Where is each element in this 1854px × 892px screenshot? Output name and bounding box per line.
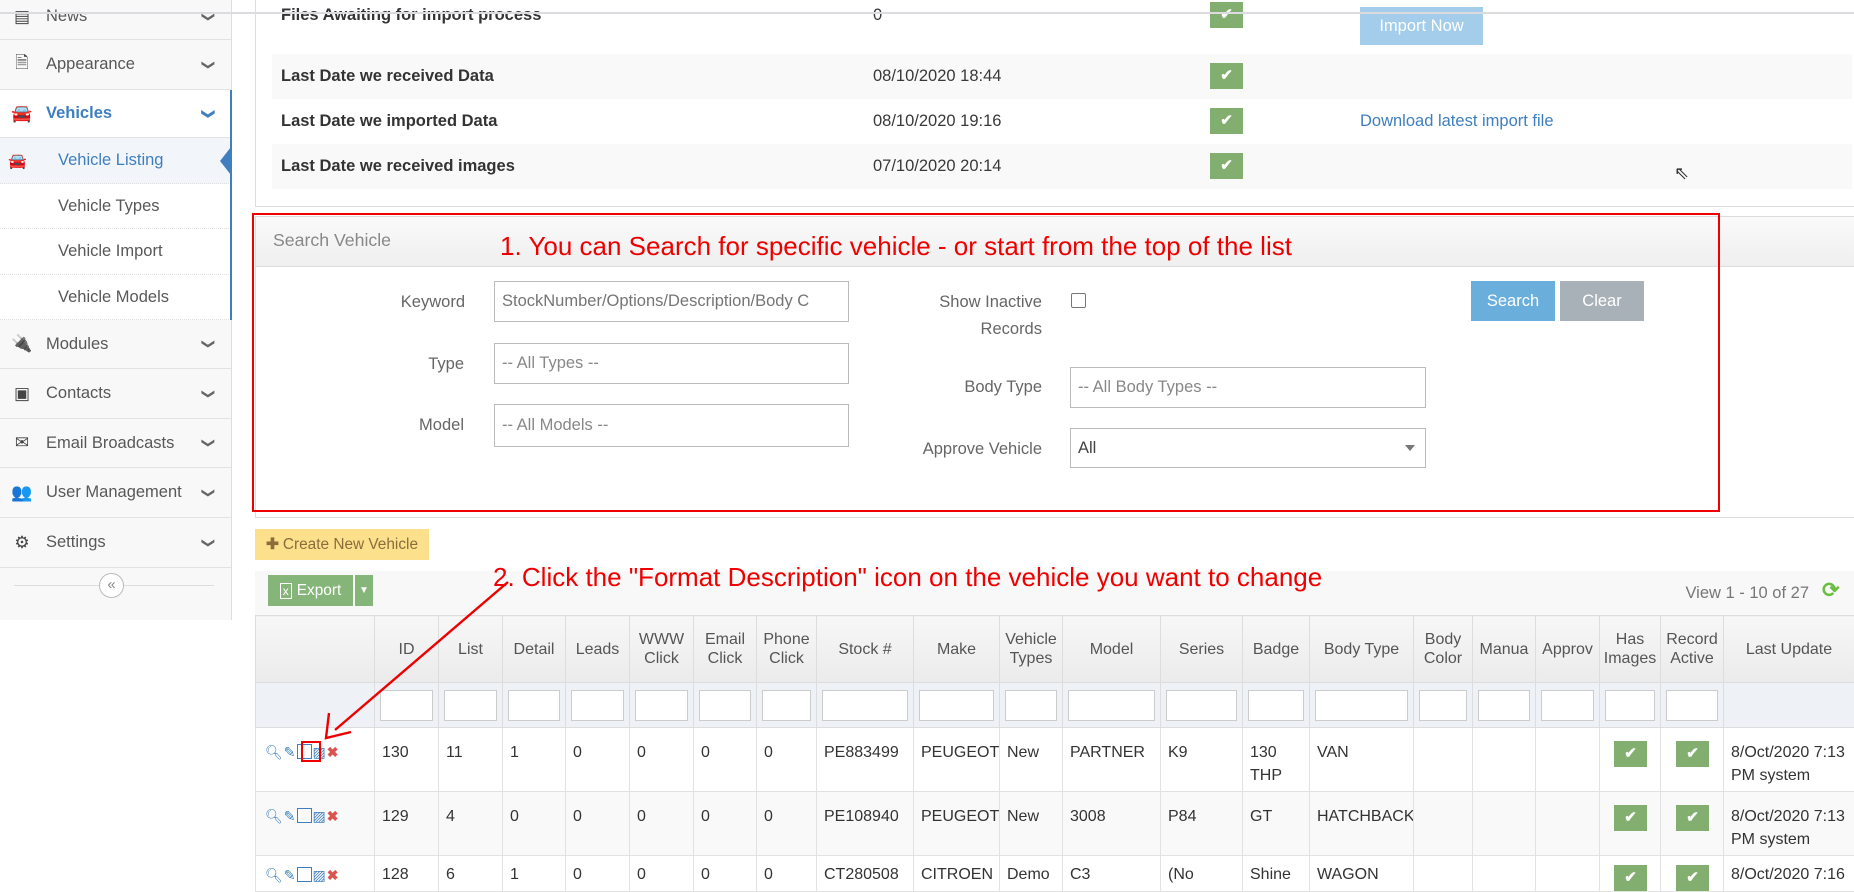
table-cell: CITROEN xyxy=(914,856,1000,892)
table-cell: 8/Oct/2020 7:16 xyxy=(1724,856,1854,892)
images-icon[interactable]: ▨ xyxy=(313,865,326,885)
mouse-cursor-icon: ⇖ xyxy=(1674,163,1689,184)
table-cell: 0 xyxy=(566,856,630,892)
table-cell: PEUGEOT xyxy=(914,792,1000,856)
table-cell: 0 xyxy=(757,792,817,856)
table-cell: C3 xyxy=(1063,856,1161,892)
table-cell xyxy=(1473,856,1536,892)
table-cell: (No xyxy=(1161,856,1243,892)
annotation-arrow xyxy=(0,0,1854,760)
check-icon: ✔ xyxy=(1614,865,1647,891)
table-cell: New xyxy=(1000,792,1063,856)
table-cell: 129 xyxy=(375,792,439,856)
table-cell xyxy=(1414,856,1473,892)
table-cell: 0 xyxy=(566,792,630,856)
table-cell xyxy=(1536,792,1600,856)
delete-icon[interactable]: ✖ xyxy=(327,805,339,828)
table-cell: 1 xyxy=(503,856,566,892)
table-cell: 8/Oct/2020 7:13 PM system xyxy=(1724,792,1854,856)
table-cell: GT xyxy=(1243,792,1310,856)
table-cell: 0 xyxy=(694,792,757,856)
table-cell: Shine xyxy=(1243,856,1310,892)
row-actions: 🔍︎✎ ▨✖ xyxy=(256,792,375,856)
status-cell: ✔ xyxy=(1600,856,1661,892)
row-actions: 🔍︎✎ ▨✖ xyxy=(256,856,375,892)
table-row: 🔍︎✎▨✖128610000CT280508CITROENDemoC3(NoSh… xyxy=(256,856,1854,892)
table-cell xyxy=(1414,792,1473,856)
table-cell: WAGON xyxy=(1310,856,1414,892)
table-cell: 4 xyxy=(439,792,503,856)
view-icon[interactable]: 🔍︎ xyxy=(265,865,283,885)
status-cell: ✔ xyxy=(1661,856,1724,892)
table-cell: 0 xyxy=(630,792,694,856)
table-cell: Demo xyxy=(1000,856,1063,892)
images-icon[interactable]: ▨ xyxy=(313,805,326,828)
table-row: 🔍︎✎▨✖129400000PE108940PEUGEOTNew3008P84G… xyxy=(256,792,1854,856)
check-icon: ✔ xyxy=(1676,805,1709,831)
table-cell: HATCHBACK xyxy=(1310,792,1414,856)
check-icon: ✔ xyxy=(1614,805,1647,831)
edit-icon[interactable]: ✎ xyxy=(284,865,296,885)
table-cell: PE108940 xyxy=(817,792,914,856)
delete-icon[interactable]: ✖ xyxy=(327,865,339,885)
view-icon[interactable]: 🔍︎ xyxy=(265,805,283,828)
table-cell xyxy=(1536,856,1600,892)
table-cell: P84 xyxy=(1161,792,1243,856)
table-cell: 0 xyxy=(694,856,757,892)
edit-icon[interactable]: ✎ xyxy=(284,805,296,828)
table-cell: 6 xyxy=(439,856,503,892)
status-cell: ✔ xyxy=(1600,792,1661,856)
format-description-highlight xyxy=(301,741,321,762)
table-cell: CT280508 xyxy=(817,856,914,892)
table-cell: 0 xyxy=(630,856,694,892)
format-description-icon[interactable] xyxy=(297,808,312,823)
table-cell: 3008 xyxy=(1063,792,1161,856)
table-cell: 0 xyxy=(757,856,817,892)
table-cell xyxy=(1473,792,1536,856)
table-cell: 128 xyxy=(375,856,439,892)
format-description-icon[interactable] xyxy=(297,867,312,882)
table-cell: 0 xyxy=(503,792,566,856)
check-icon: ✔ xyxy=(1676,865,1709,891)
status-cell: ✔ xyxy=(1661,792,1724,856)
